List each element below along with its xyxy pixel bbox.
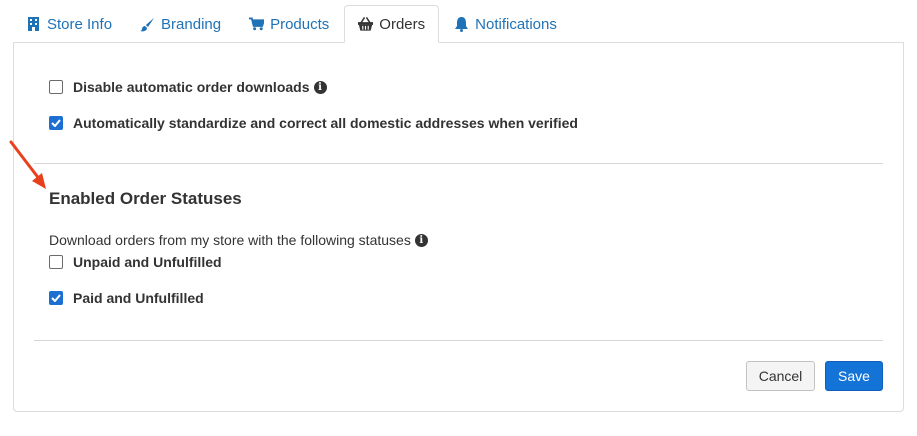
settings-tabs: Store Info Branding Products Orders Noti…	[13, 5, 904, 43]
tab-products[interactable]: Products	[236, 5, 342, 43]
info-icon[interactable]: i	[313, 80, 327, 94]
paid-unfulfilled-checkbox[interactable]	[49, 291, 63, 305]
footer-divider	[34, 340, 883, 341]
cart-icon	[249, 17, 265, 32]
paid-unfulfilled-option[interactable]: Paid and Unfulfilled	[49, 290, 204, 306]
standardize-addresses-label: Automatically standardize and correct al…	[73, 115, 578, 131]
paid-unfulfilled-label: Paid and Unfulfilled	[73, 290, 204, 306]
unpaid-unfulfilled-label: Unpaid and Unfulfilled	[73, 254, 222, 270]
statuses-description-text: Download orders from my store with the f…	[49, 232, 411, 248]
paintbrush-icon	[140, 17, 155, 32]
bell-icon	[454, 16, 469, 32]
annotation-arrow-icon	[9, 140, 46, 189]
standardize-addresses-option[interactable]: Automatically standardize and correct al…	[49, 115, 578, 131]
save-button[interactable]: Save	[825, 361, 883, 391]
enabled-statuses-title: Enabled Order Statuses	[49, 189, 242, 208]
tab-orders[interactable]: Orders	[344, 5, 440, 43]
unpaid-unfulfilled-option[interactable]: Unpaid and Unfulfilled	[49, 254, 222, 270]
basket-icon	[358, 17, 374, 32]
disable-downloads-option[interactable]: Disable automatic order downloads i	[49, 79, 327, 95]
tab-notifications[interactable]: Notifications	[441, 5, 570, 43]
section-divider	[34, 163, 883, 164]
info-icon[interactable]: i	[414, 233, 428, 247]
tab-label: Notifications	[475, 15, 557, 33]
tab-label: Branding	[161, 15, 222, 33]
tab-label: Orders	[379, 15, 426, 33]
unpaid-unfulfilled-checkbox[interactable]	[49, 255, 63, 269]
disable-downloads-label: Disable automatic order downloads	[73, 79, 310, 95]
cancel-button[interactable]: Cancel	[746, 361, 815, 391]
tab-branding[interactable]: Branding	[127, 5, 234, 43]
statuses-description: Download orders from my store with the f…	[49, 232, 428, 248]
orders-panel	[13, 42, 904, 412]
tab-label: Products	[270, 15, 330, 33]
